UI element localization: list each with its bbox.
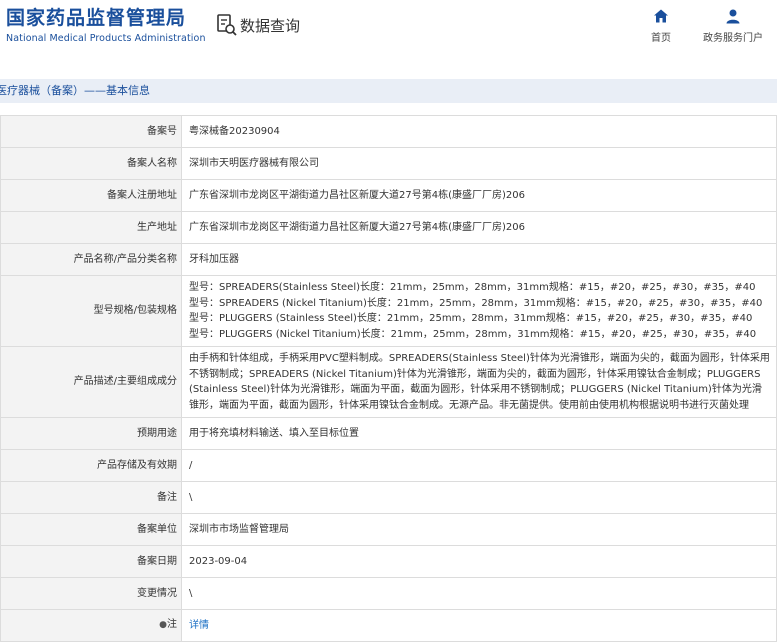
field-label-product-description: 产品描述/主要组成成分	[0, 346, 182, 418]
site-header: 国家药品监督管理局 National Medical Products Admi…	[0, 0, 777, 62]
field-value-registrant-address: 广东省深圳市龙岗区平湖街道力昌社区新厦大道27号第4栋(康盛厂厂房)206	[181, 179, 777, 212]
breadcrumb: 医疗器械（备案）——基本信息	[0, 79, 777, 103]
table-row: 型号规格/包装规格 型号：SPREADERS(Stainless Steel)长…	[0, 275, 777, 347]
nav-home-label: 首页	[651, 33, 671, 44]
field-label-registrant-name: 备案人名称	[0, 147, 182, 180]
field-label-note: ●注	[0, 609, 182, 642]
field-value-storage-validity: /	[181, 449, 777, 482]
field-label-registrant-address: 备案人注册地址	[0, 179, 182, 212]
field-value-record-authority: 深圳市市场监督管理局	[181, 513, 777, 546]
detail-table: 备案号 粤深械备20230904 备案人名称 深圳市天明医疗器械有限公司 备案人…	[0, 115, 777, 642]
field-label-intended-use: 预期用途	[0, 417, 182, 450]
model-spec-line: 型号：PLUGGERS (Stainless Steel)长度：21mm，25m…	[189, 313, 753, 324]
table-row: 备案日期 2023-09-04	[0, 545, 777, 578]
field-label-model-spec: 型号规格/包装规格	[0, 275, 182, 347]
field-label-remarks: 备注	[0, 481, 182, 514]
table-row: 备案人名称 深圳市天明医疗器械有限公司	[0, 147, 777, 180]
field-label-record-number: 备案号	[0, 115, 182, 148]
field-label-record-date: 备案日期	[0, 545, 182, 578]
field-value-product-name: 牙科加压器	[181, 243, 777, 276]
field-value-production-address: 广东省深圳市龙岗区平湖街道力昌社区新厦大道27号第4栋(康盛厂厂房)206	[181, 211, 777, 244]
field-label-product-name: 产品名称/产品分类名称	[0, 243, 182, 276]
field-value-record-number: 粤深械备20230904	[181, 115, 777, 148]
details-link[interactable]: 详情	[189, 620, 209, 631]
field-label-production-address: 生产地址	[0, 211, 182, 244]
breadcrumb-text: 医疗器械（备案）——基本信息	[0, 84, 150, 97]
table-row: 生产地址 广东省深圳市龙岗区平湖街道力昌社区新厦大道27号第4栋(康盛厂厂房)2…	[0, 211, 777, 244]
field-value-remarks: \	[181, 481, 777, 514]
field-label-storage-validity: 产品存储及有效期	[0, 449, 182, 482]
field-label-change-status: 变更情况	[0, 577, 182, 610]
nav-service-portal-label: 政务服务门户	[703, 33, 763, 44]
table-row: 备案号 粤深械备20230904	[0, 115, 777, 148]
table-row: 备注 \	[0, 481, 777, 514]
table-row: 预期用途 用于将充填材料输送、填入至目标位置	[0, 417, 777, 450]
nav-service-portal[interactable]: 政务服务门户	[703, 8, 763, 44]
field-value-record-date: 2023-09-04	[181, 545, 777, 578]
model-spec-line: 型号：SPREADERS (Nickel Titanium)长度：21mm，25…	[189, 297, 763, 309]
table-row: 产品描述/主要组成成分 由手柄和针体组成，手柄采用PVC塑料制成。SPREADE…	[0, 346, 777, 418]
model-spec-line: 型号：PLUGGERS (Nickel Titanium)长度：21mm，25m…	[189, 328, 757, 340]
field-label-record-authority: 备案单位	[0, 513, 182, 546]
field-value-product-description: 由手柄和针体组成，手柄采用PVC塑料制成。SPREADERS(Stainless…	[181, 346, 777, 418]
model-spec-line: 型号：SPREADERS(Stainless Steel)长度：21mm，25m…	[189, 282, 756, 293]
note-label-text: 注	[167, 619, 177, 631]
field-value-model-spec: 型号：SPREADERS(Stainless Steel)长度：21mm，25m…	[181, 275, 777, 347]
document-search-icon	[217, 14, 237, 36]
table-row: 产品存储及有效期 /	[0, 449, 777, 482]
user-icon	[726, 9, 740, 24]
table-row: 变更情况 \	[0, 577, 777, 610]
table-row: 备案人注册地址 广东省深圳市龙岗区平湖街道力昌社区新厦大道27号第4栋(康盛厂厂…	[0, 179, 777, 212]
field-value-change-status: \	[181, 577, 777, 610]
field-value-note: 详情	[181, 609, 777, 642]
logo-chinese-name: 国家药品监督管理局	[6, 7, 187, 29]
logo-english-name: National Medical Products Administration	[6, 33, 206, 44]
field-value-registrant-name: 深圳市天明医疗器械有限公司	[181, 147, 777, 180]
home-icon	[654, 9, 668, 23]
data-query-title: 数据查询	[217, 14, 300, 36]
data-query-label: 数据查询	[240, 16, 301, 35]
field-value-intended-use: 用于将充填材料输送、填入至目标位置	[181, 417, 777, 450]
note-marker-icon: ●	[159, 620, 167, 631]
table-row: ●注 详情	[0, 609, 777, 642]
nav-home[interactable]: 首页	[651, 8, 671, 44]
site-logo[interactable]: 国家药品监督管理局 National Medical Products Admi…	[6, 7, 206, 44]
table-row: 产品名称/产品分类名称 牙科加压器	[0, 243, 777, 276]
table-row: 备案单位 深圳市市场监督管理局	[0, 513, 777, 546]
